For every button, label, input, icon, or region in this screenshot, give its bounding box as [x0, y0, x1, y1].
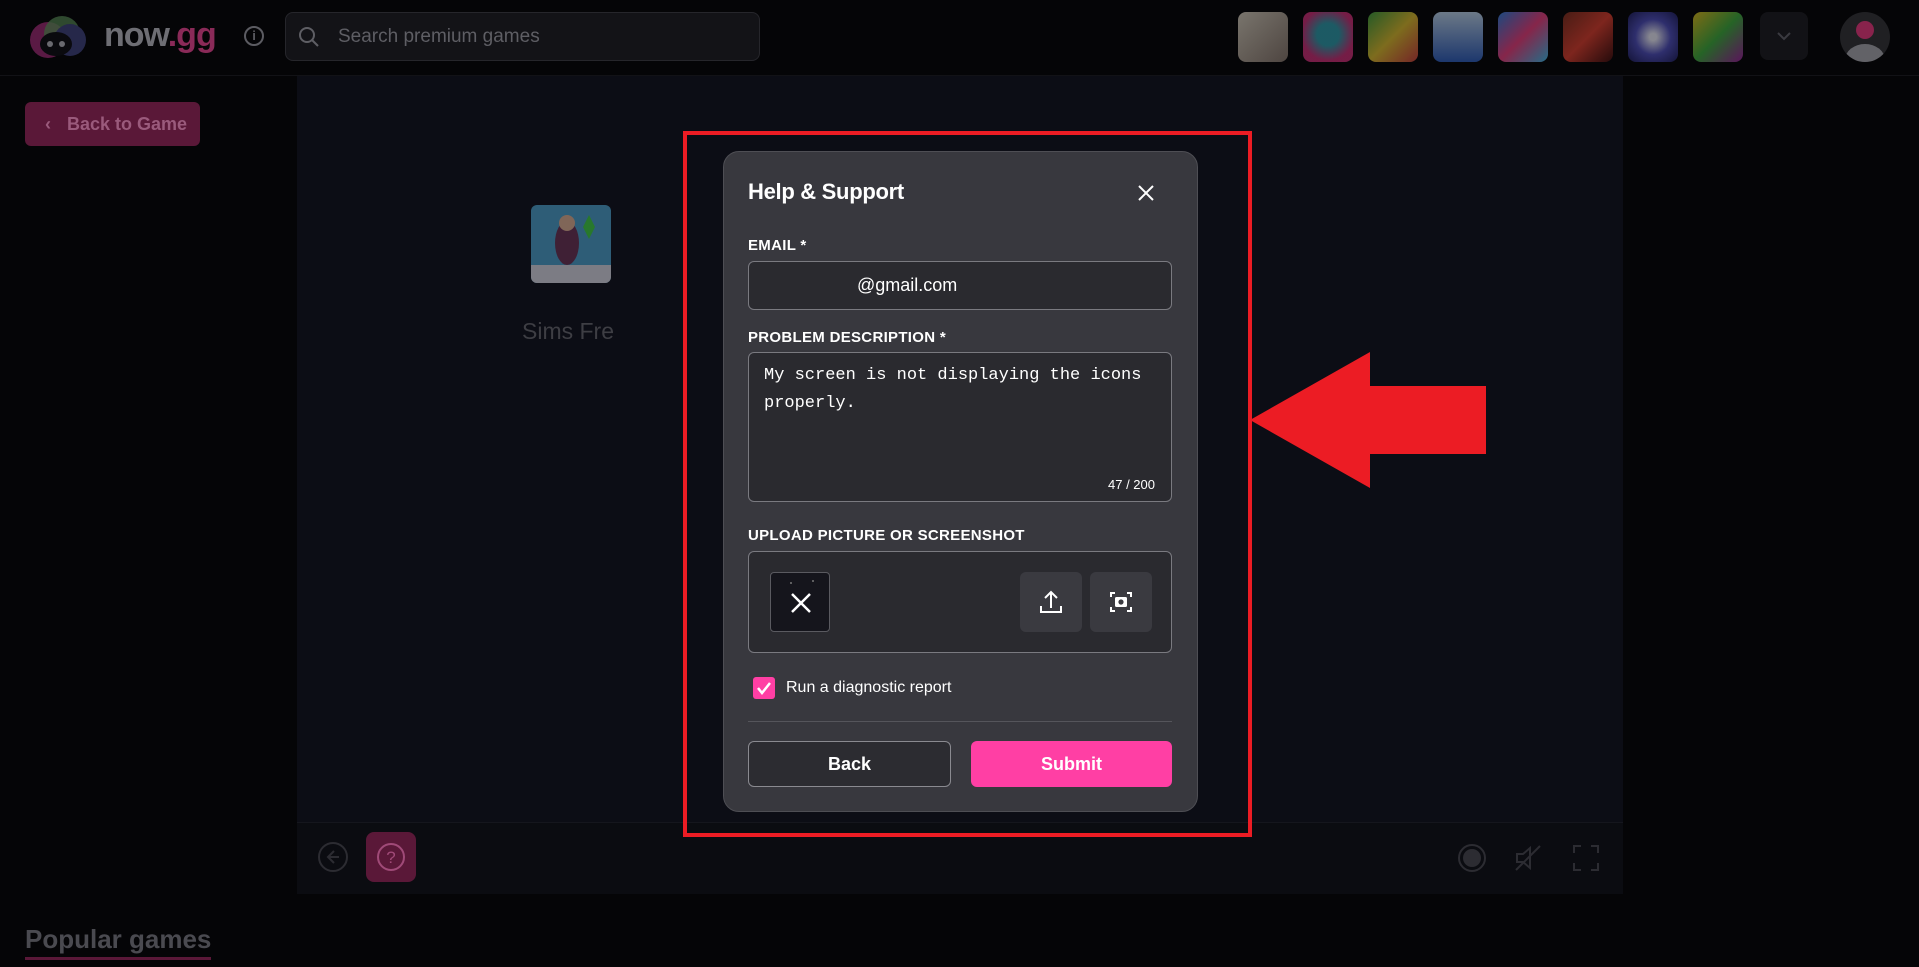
record-icon[interactable]	[1458, 844, 1486, 872]
annotation-arrow-left-icon	[1250, 352, 1486, 488]
search-input[interactable]	[338, 14, 748, 59]
help-button[interactable]: ?	[366, 832, 416, 882]
info-icon[interactable]: i	[244, 26, 264, 46]
fullscreen-icon[interactable]	[1571, 843, 1601, 873]
chevron-down-icon	[1777, 32, 1791, 41]
chevron-left-icon: ‹	[45, 113, 51, 134]
game-thumbnail-5[interactable]	[1498, 12, 1548, 62]
game-thumbnail-2[interactable]	[1303, 12, 1353, 62]
game-thumbnail-6[interactable]	[1563, 12, 1613, 62]
game-card-title: Sims Fre	[522, 318, 614, 344]
more-games-button[interactable]	[1760, 12, 1808, 60]
back-to-game-label: Back to Game	[67, 113, 188, 134]
annotation-highlight-box	[683, 131, 1252, 837]
user-avatar[interactable]	[1840, 12, 1890, 62]
game-thumbnail-7[interactable]	[1628, 12, 1678, 62]
popular-games-heading: Popular games	[25, 924, 212, 960]
search-icon	[299, 27, 319, 47]
brand-wordmark[interactable]: now.gg	[104, 16, 217, 55]
now-gg-logo-icon[interactable]	[28, 14, 92, 60]
svg-text:?: ?	[386, 848, 395, 867]
game-thumbnail-3[interactable]	[1368, 12, 1418, 62]
game-thumbnail-1[interactable]	[1238, 12, 1288, 62]
mute-icon[interactable]	[1512, 842, 1544, 874]
game-thumbnail-4[interactable]	[1433, 12, 1483, 62]
back-to-game-button[interactable]: ‹ Back to Game	[25, 102, 200, 146]
game-card-image[interactable]	[531, 205, 611, 283]
game-thumbnail-8[interactable]	[1693, 12, 1743, 62]
arrow-left-icon[interactable]	[318, 842, 348, 872]
avatar-icon	[1845, 21, 1885, 62]
question-mark-icon: ?	[377, 843, 405, 871]
